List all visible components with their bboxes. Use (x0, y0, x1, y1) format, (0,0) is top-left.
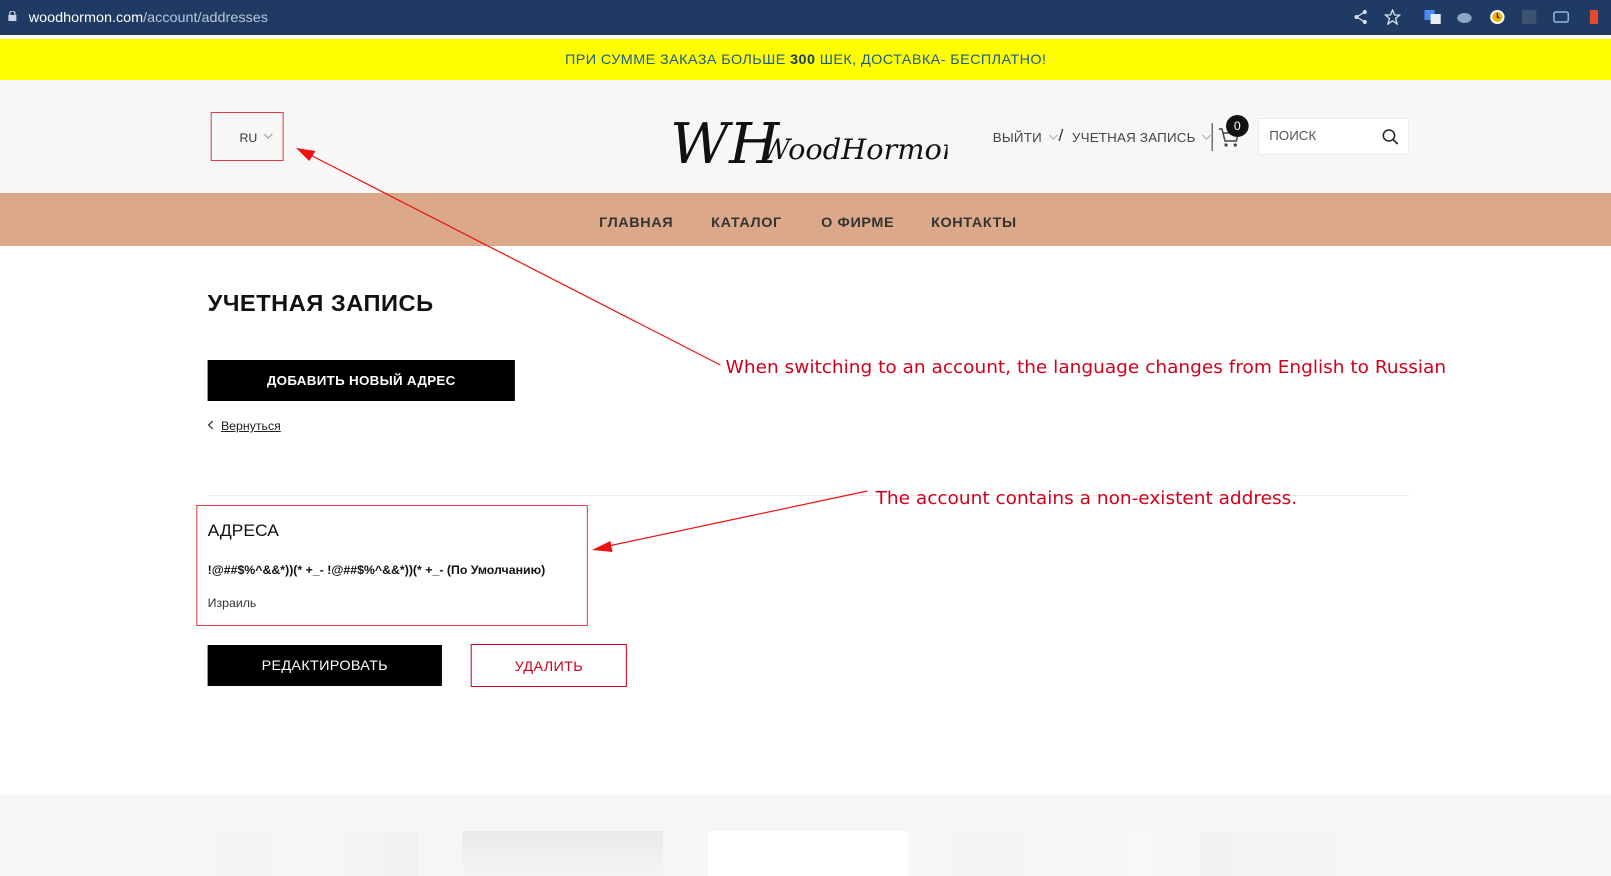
product-thumbnail[interactable] (1199, 831, 1400, 876)
address-country: Израиль (207, 596, 257, 610)
share-icon[interactable] (1352, 9, 1368, 25)
language-value: RU (239, 131, 258, 145)
annotation-arrowhead (591, 541, 613, 552)
translate-extension-icon[interactable] (1424, 9, 1441, 25)
extension-icon[interactable] (1521, 9, 1537, 25)
extension-icon[interactable] (1553, 9, 1570, 25)
search-icon[interactable] (1381, 128, 1399, 146)
product-thumbnail[interactable] (462, 831, 663, 876)
promo-text-end: ШЕК, ДОСТАВКА- БЕСПЛАТНО! (815, 51, 1047, 67)
annotation-arrow-address (608, 490, 868, 547)
product-thumbnail[interactable] (708, 831, 909, 876)
free-shipping-banner: ПРИ СУММЕ ЗАКАЗА БОЛЬШЕ 300 ШЕК, ДОСТАВК… (0, 39, 1611, 80)
account-link[interactable]: УЧЕТНАЯ ЗАПИСЬ (1072, 130, 1212, 145)
search-input[interactable] (1269, 128, 1372, 143)
search-box (1257, 118, 1409, 155)
header-divider (1211, 123, 1213, 151)
url-field[interactable]: woodhormon.com/account/addresses (29, 9, 268, 25)
promo-text: ПРИ СУММЕ ЗАКАЗА БОЛЬШЕ (565, 51, 791, 67)
browser-address-bar: woodhormon.com/account/addresses (0, 0, 1611, 35)
add-address-button[interactable]: ДОБАВИТЬ НОВЫЙ АДРЕС (207, 360, 515, 401)
nav-item-about[interactable]: О ФИРМЕ (821, 214, 894, 230)
addresses-heading: АДРЕСА (207, 521, 279, 540)
clock-extension-icon[interactable] (1489, 9, 1505, 25)
promo-amount: 300 (790, 51, 816, 67)
back-link[interactable]: Вернуться (207, 419, 281, 433)
header-separator: / (1058, 126, 1064, 145)
page-title: УЧЕТНАЯ ЗАПИСЬ (207, 290, 434, 316)
edit-address-button[interactable]: РЕДАКТИРОВАТЬ (207, 645, 442, 686)
lock-icon (8, 11, 17, 21)
woodhormon-logo[interactable]: WH WoodHormon (668, 103, 948, 171)
main-navigation: ГЛАВНАЯ КАТАЛОГ О ФИРМЕ КОНТАКТЫ (0, 193, 1611, 246)
annotation-address-note: The account contains a non-existent addr… (875, 488, 1298, 509)
annotation-language-note: When switching to an account, the langua… (725, 357, 1447, 378)
chevron-down-icon (263, 133, 273, 139)
delete-address-button[interactable]: УДАЛИТЬ (470, 644, 627, 687)
chevron-left-icon (207, 420, 214, 430)
url-host: woodhormon.com (28, 9, 144, 25)
svg-text:WoodHormon: WoodHormon (760, 133, 947, 166)
bookmark-star-icon[interactable] (1384, 9, 1401, 25)
nav-item-home[interactable]: ГЛАВНАЯ (599, 214, 673, 230)
extension-icon[interactable] (1586, 9, 1602, 25)
product-thumbnail[interactable] (953, 831, 1155, 876)
logout-link[interactable]: ВЫЙТИ (993, 130, 1058, 145)
product-thumbnail[interactable] (216, 831, 418, 876)
url-path: /account/addresses (143, 9, 268, 25)
extension-icon[interactable] (1456, 9, 1472, 25)
account-label: УЧЕТНАЯ ЗАПИСЬ (1071, 130, 1196, 145)
chevron-down-icon (1048, 134, 1058, 140)
nav-item-catalog[interactable]: КАТАЛОГ (711, 214, 782, 230)
logout-label: ВЫЙТИ (992, 130, 1042, 145)
language-selector[interactable]: RU (210, 112, 284, 161)
nav-item-contacts[interactable]: КОНТАКТЫ (931, 214, 1017, 230)
chevron-down-icon (1202, 134, 1212, 140)
back-link-label: Вернуться (220, 419, 281, 433)
cart-count-badge: 0 (1226, 115, 1249, 137)
address-name: !@##$%^&&*))(* +_- !@##$%^&&*))(* +_- (П… (207, 563, 546, 577)
